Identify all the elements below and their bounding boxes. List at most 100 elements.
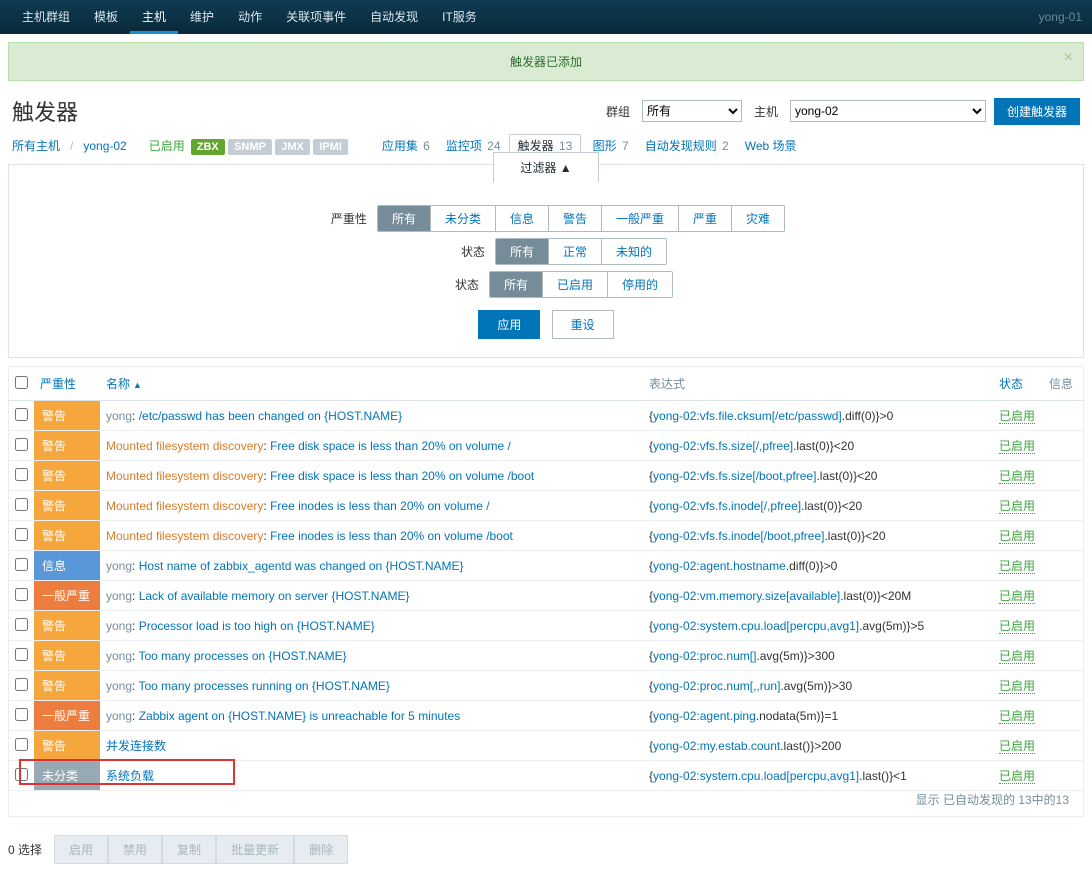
template-prefix[interactable]: yong bbox=[106, 619, 132, 633]
row-checkbox[interactable] bbox=[15, 738, 28, 751]
template-prefix[interactable]: yong bbox=[106, 649, 132, 663]
row-checkbox[interactable] bbox=[15, 408, 28, 421]
status-toggle[interactable]: 已启用 bbox=[999, 769, 1035, 784]
group-select[interactable]: 所有 bbox=[642, 100, 742, 122]
subnav-tab[interactable]: Web 场景 bbox=[745, 139, 799, 153]
template-prefix[interactable]: yong bbox=[106, 409, 132, 423]
row-checkbox[interactable] bbox=[15, 558, 28, 571]
apply-button[interactable]: 应用 bbox=[478, 310, 540, 339]
filter-option[interactable]: 未分类 bbox=[431, 206, 496, 231]
col-severity[interactable]: 严重性 bbox=[40, 377, 76, 391]
status-toggle[interactable]: 已启用 bbox=[999, 529, 1035, 544]
expr-item-link[interactable]: yong-02:system.cpu.load[percpu,avg1] bbox=[653, 619, 859, 633]
nav-item[interactable]: 自动发现 bbox=[358, 0, 430, 34]
filter-option[interactable]: 灾难 bbox=[732, 206, 784, 231]
expr-item-link[interactable]: yong-02:vfs.file.cksum[/etc/passwd] bbox=[653, 409, 842, 423]
subnav-tab[interactable]: 自动发现规则 2 bbox=[645, 139, 729, 153]
nav-item[interactable]: IT服务 bbox=[430, 0, 489, 34]
status-toggle[interactable]: 已启用 bbox=[999, 679, 1035, 694]
filter-option[interactable]: 未知的 bbox=[602, 239, 666, 264]
trigger-name-link[interactable]: Free inodes is less than 20% on volume /… bbox=[270, 529, 513, 543]
row-checkbox[interactable] bbox=[15, 438, 28, 451]
filter-option[interactable]: 正常 bbox=[549, 239, 602, 264]
expr-item-link[interactable]: yong-02:agent.ping bbox=[653, 709, 756, 723]
filter-option[interactable]: 一般严重 bbox=[602, 206, 679, 231]
status-toggle[interactable]: 已启用 bbox=[999, 409, 1035, 424]
col-status[interactable]: 状态 bbox=[999, 377, 1023, 391]
filter-option[interactable]: 严重 bbox=[679, 206, 732, 231]
template-prefix[interactable]: yong bbox=[106, 559, 132, 573]
subnav-tab[interactable]: 监控项 24 bbox=[446, 139, 501, 153]
trigger-name-link[interactable]: Processor load is too high on {HOST.NAME… bbox=[139, 619, 375, 633]
status-toggle[interactable]: 已启用 bbox=[999, 439, 1035, 454]
row-checkbox[interactable] bbox=[15, 528, 28, 541]
status-toggle[interactable]: 已启用 bbox=[999, 469, 1035, 484]
create-trigger-button[interactable]: 创建触发器 bbox=[994, 98, 1080, 125]
nav-item[interactable]: 主机 bbox=[130, 0, 178, 34]
expr-item-link[interactable]: yong-02:vfs.fs.inode[/boot,pfree] bbox=[653, 529, 824, 543]
status-toggle[interactable]: 已启用 bbox=[999, 589, 1035, 604]
status-toggle[interactable]: 已启用 bbox=[999, 649, 1035, 664]
trigger-name-link[interactable]: Lack of available memory on server {HOST… bbox=[139, 589, 410, 603]
expr-item-link[interactable]: yong-02:proc.num[,,run] bbox=[653, 679, 780, 693]
filter-option[interactable]: 已启用 bbox=[543, 272, 608, 297]
nav-item[interactable]: 动作 bbox=[226, 0, 274, 34]
col-name[interactable]: 名称 bbox=[106, 377, 142, 391]
bulk-button[interactable]: 批量更新 bbox=[216, 835, 294, 864]
trigger-name-link[interactable]: 并发连接数 bbox=[106, 739, 166, 753]
row-checkbox[interactable] bbox=[15, 648, 28, 661]
select-all-checkbox[interactable] bbox=[15, 376, 28, 389]
nav-item[interactable]: 模板 bbox=[82, 0, 130, 34]
filter-tab[interactable]: 过滤器 ▲ bbox=[493, 152, 598, 183]
template-prefix[interactable]: yong bbox=[106, 709, 132, 723]
current-user[interactable]: yong-01 bbox=[1039, 0, 1082, 34]
filter-option[interactable]: 停用的 bbox=[608, 272, 672, 297]
bulk-button[interactable]: 禁用 bbox=[108, 835, 162, 864]
status-toggle[interactable]: 已启用 bbox=[999, 499, 1035, 514]
host-link[interactable]: yong-02 bbox=[83, 139, 126, 153]
trigger-name-link[interactable]: Free disk space is less than 20% on volu… bbox=[270, 469, 534, 483]
filter-option[interactable]: 所有 bbox=[496, 239, 549, 264]
reset-button[interactable]: 重设 bbox=[552, 310, 614, 339]
filter-option[interactable]: 信息 bbox=[496, 206, 549, 231]
expr-item-link[interactable]: yong-02:vfs.fs.size[/boot,pfree] bbox=[653, 469, 816, 483]
discovery-prefix[interactable]: Mounted filesystem discovery bbox=[106, 469, 263, 483]
template-prefix[interactable]: yong bbox=[106, 679, 132, 693]
trigger-name-link[interactable]: Host name of zabbix_agentd was changed o… bbox=[139, 559, 464, 573]
template-prefix[interactable]: yong bbox=[106, 589, 132, 603]
trigger-name-link[interactable]: /etc/passwd has been changed on {HOST.NA… bbox=[139, 409, 403, 423]
expr-item-link[interactable]: yong-02:vfs.fs.size[/,pfree] bbox=[653, 439, 793, 453]
filter-option[interactable]: 警告 bbox=[549, 206, 602, 231]
subnav-tab[interactable]: 图形 7 bbox=[593, 139, 629, 153]
trigger-name-link[interactable]: Too many processes running on {HOST.NAME… bbox=[138, 679, 389, 693]
status-toggle[interactable]: 已启用 bbox=[999, 619, 1035, 634]
close-icon[interactable]: × bbox=[1064, 49, 1073, 67]
host-select[interactable]: yong-02 bbox=[790, 100, 986, 122]
status-toggle[interactable]: 已启用 bbox=[999, 739, 1035, 754]
nav-item[interactable]: 维护 bbox=[178, 0, 226, 34]
bulk-button[interactable]: 启用 bbox=[54, 835, 108, 864]
bulk-button[interactable]: 复制 bbox=[162, 835, 216, 864]
discovery-prefix[interactable]: Mounted filesystem discovery bbox=[106, 529, 263, 543]
discovery-prefix[interactable]: Mounted filesystem discovery bbox=[106, 499, 263, 513]
trigger-name-link[interactable]: Too many processes on {HOST.NAME} bbox=[138, 649, 346, 663]
row-checkbox[interactable] bbox=[15, 678, 28, 691]
nav-item[interactable]: 主机群组 bbox=[10, 0, 82, 34]
all-hosts-link[interactable]: 所有主机 bbox=[12, 137, 60, 154]
expr-item-link[interactable]: yong-02:system.cpu.load[percpu,avg1] bbox=[653, 769, 859, 783]
row-checkbox[interactable] bbox=[15, 618, 28, 631]
expr-item-link[interactable]: yong-02:my.estab.count bbox=[653, 739, 780, 753]
discovery-prefix[interactable]: Mounted filesystem discovery bbox=[106, 439, 263, 453]
status-toggle[interactable]: 已启用 bbox=[999, 709, 1035, 724]
row-checkbox[interactable] bbox=[15, 588, 28, 601]
expr-item-link[interactable]: yong-02:vfs.fs.inode[/,pfree] bbox=[653, 499, 801, 513]
nav-item[interactable]: 关联项事件 bbox=[274, 0, 358, 34]
subnav-tab[interactable]: 应用集 6 bbox=[382, 139, 430, 153]
expr-item-link[interactable]: yong-02:vm.memory.size[available] bbox=[653, 589, 840, 603]
trigger-name-link[interactable]: Free inodes is less than 20% on volume / bbox=[270, 499, 489, 513]
trigger-name-link[interactable]: 系统负载 bbox=[106, 769, 154, 783]
row-checkbox[interactable] bbox=[15, 768, 28, 781]
expr-item-link[interactable]: yong-02:agent.hostname bbox=[653, 559, 786, 573]
trigger-name-link[interactable]: Free disk space is less than 20% on volu… bbox=[270, 439, 511, 453]
expr-item-link[interactable]: yong-02:proc.num[] bbox=[653, 649, 756, 663]
